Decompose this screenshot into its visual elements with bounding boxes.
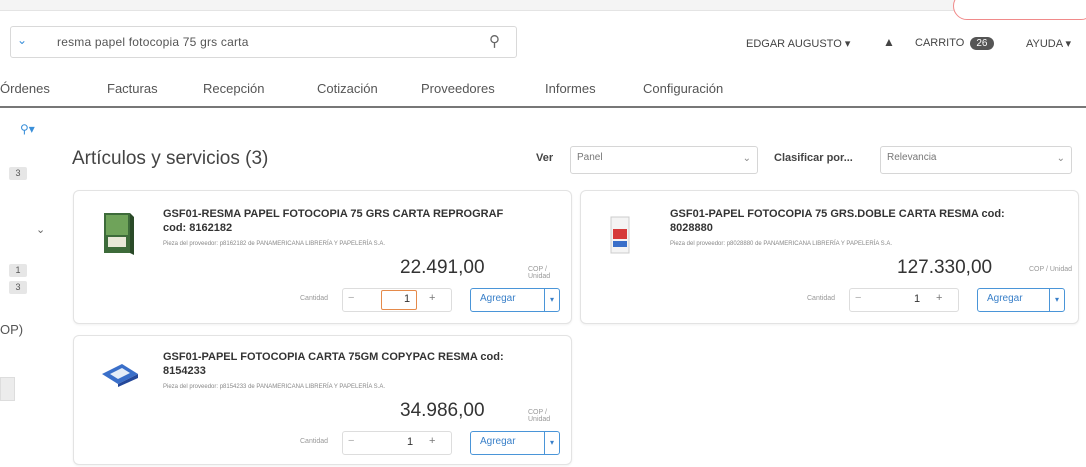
chevron-down-icon[interactable]: ▾ <box>544 432 559 454</box>
product-title[interactable]: GSF01-PAPEL FOTOCOPIA CARTA 75GM COPYPAC… <box>163 350 563 378</box>
product-code: 8028880 <box>670 222 713 234</box>
product-price: 34.986,00 <box>400 400 485 421</box>
sort-select[interactable]: Relevancia ⌄ <box>880 146 1072 174</box>
price-unit: COP / Unidad <box>1029 266 1073 273</box>
add-button[interactable]: Agregar ▾ <box>470 431 560 455</box>
cart-count-badge: 26 <box>970 37 994 50</box>
plus-icon[interactable]: + <box>429 435 435 447</box>
sidebar-count-badge: 3 <box>9 167 27 180</box>
add-button[interactable]: Agregar ▾ <box>977 288 1065 312</box>
main-nav: Órdenes Facturas Recepción Cotización Pr… <box>0 76 1086 108</box>
tab-cotizacion[interactable]: Cotización <box>317 81 378 96</box>
search-input[interactable]: resma papel fotocopia 75 grs carta <box>57 35 249 49</box>
sidebar-count-badge: 3 <box>9 281 27 294</box>
sort-label: Clasificar por... <box>774 152 853 164</box>
paper-ream-image <box>104 213 134 255</box>
plus-icon[interactable]: + <box>429 292 435 304</box>
chevron-down-icon: ⌄ <box>742 153 751 164</box>
tab-recepcion[interactable]: Recepción <box>203 81 264 96</box>
minus-icon[interactable]: − <box>348 292 354 304</box>
tab-configuracion[interactable]: Configuración <box>643 81 723 96</box>
add-button[interactable]: Agregar ▾ <box>470 288 560 312</box>
product-code: 8154233 <box>163 365 206 377</box>
product-price: 127.330,00 <box>897 257 993 278</box>
quantity-stepper[interactable]: − 1 + <box>849 288 959 312</box>
product-title-line: GSF01-PAPEL FOTOCOPIA CARTA 75GM COPYPAC… <box>163 351 504 363</box>
tab-informes[interactable]: Informes <box>545 81 596 96</box>
quantity-value[interactable]: 1 <box>914 293 920 305</box>
product-price: 22.491,00 <box>400 257 485 278</box>
price-unit: COP / Unidad <box>528 409 551 423</box>
quantity-value[interactable]: 1 <box>407 436 413 448</box>
quantity-stepper[interactable]: − 1 + <box>342 431 452 455</box>
product-card[interactable]: GSF01-RESMA PAPEL FOTOCOPIA 75 GRS CARTA… <box>73 190 572 324</box>
top-action-button[interactable] <box>953 0 1086 20</box>
paper-box-image <box>610 216 630 254</box>
plus-icon[interactable]: + <box>936 292 942 304</box>
product-card[interactable]: GSF01-PAPEL FOTOCOPIA 75 GRS.DOBLE CARTA… <box>580 190 1079 324</box>
sidebar-search-icon[interactable]: ⚲▾ <box>20 122 35 136</box>
add-button-label: Agregar <box>480 293 516 304</box>
add-button-label: Agregar <box>480 436 516 447</box>
cart-button[interactable]: CARRITO 26 <box>915 37 994 50</box>
search-box[interactable]: ⌄ resma papel fotocopia 75 grs carta ⚲ <box>10 26 517 58</box>
view-label: Ver <box>536 152 554 164</box>
cart-label: CARRITO <box>915 37 965 49</box>
product-title[interactable]: GSF01-RESMA PAPEL FOTOCOPIA 75 GRS CARTA… <box>163 207 563 235</box>
sort-select-value: Relevancia <box>887 152 937 163</box>
bell-icon[interactable]: ▲ <box>883 35 895 49</box>
sidebar-checkbox[interactable] <box>0 377 15 401</box>
help-label: AYUDA <box>1026 38 1063 50</box>
user-name: EDGAR AUGUSTO <box>746 38 842 50</box>
tab-ordenes[interactable]: Órdenes <box>0 81 50 96</box>
minus-icon[interactable]: − <box>348 435 354 447</box>
quantity-stepper[interactable]: − 1 + <box>342 288 452 312</box>
supplier-info: Pieza del proveedor: p8154233 de PANAMER… <box>163 384 386 390</box>
chevron-down-icon: ▾ <box>844 38 851 50</box>
tab-proveedores[interactable]: Proveedores <box>421 81 495 96</box>
search-icon[interactable]: ⚲ <box>489 32 500 50</box>
product-code: cod: 8162182 <box>163 222 233 234</box>
quantity-label: Cantidad <box>807 295 836 302</box>
sidebar-partial-text: OP) <box>0 322 24 337</box>
paper-pack-image <box>102 364 138 387</box>
user-menu[interactable]: EDGAR AUGUSTO ▾ <box>746 37 850 50</box>
view-select[interactable]: Panel ⌄ <box>570 146 758 174</box>
supplier-info: Pieza del proveedor: p8162182 de PANAMER… <box>163 241 386 247</box>
product-title-line: GSF01-PAPEL FOTOCOPIA 75 GRS.DOBLE CARTA… <box>670 208 1005 220</box>
quantity-value: 1 <box>404 293 411 305</box>
view-select-value: Panel <box>577 152 603 163</box>
chevron-down-icon: ⌄ <box>1056 153 1065 164</box>
chevron-down-icon[interactable]: ▾ <box>1049 289 1064 311</box>
search-scope-chevron-icon[interactable]: ⌄ <box>17 33 27 47</box>
help-menu[interactable]: AYUDA ▾ <box>1026 37 1071 50</box>
tab-facturas[interactable]: Facturas <box>107 81 158 96</box>
product-card[interactable]: GSF01-PAPEL FOTOCOPIA CARTA 75GM COPYPAC… <box>73 335 572 465</box>
product-title-line: GSF01-RESMA PAPEL FOTOCOPIA 75 GRS CARTA… <box>163 208 504 220</box>
quantity-label: Cantidad <box>300 438 329 445</box>
sidebar-count-badge: 1 <box>9 264 27 277</box>
product-title[interactable]: GSF01-PAPEL FOTOCOPIA 75 GRS.DOBLE CARTA… <box>670 207 1070 235</box>
price-unit: COP / Unidad <box>528 266 551 280</box>
chevron-down-icon[interactable]: ⌄ <box>36 223 45 236</box>
quantity-input[interactable]: 1 <box>381 290 417 310</box>
chevron-down-icon[interactable]: ▾ <box>544 289 559 311</box>
add-button-label: Agregar <box>987 293 1023 304</box>
page-title: Artículos y servicios (3) <box>72 148 269 169</box>
minus-icon[interactable]: − <box>855 292 861 304</box>
browser-strip <box>0 0 1086 11</box>
supplier-info: Pieza del proveedor: p8028880 de PANAMER… <box>670 241 893 247</box>
top-bar: ⌄ resma papel fotocopia 75 grs carta ⚲ E… <box>0 0 1086 68</box>
chevron-down-icon: ▾ <box>1065 38 1072 50</box>
quantity-label: Cantidad <box>300 295 329 302</box>
